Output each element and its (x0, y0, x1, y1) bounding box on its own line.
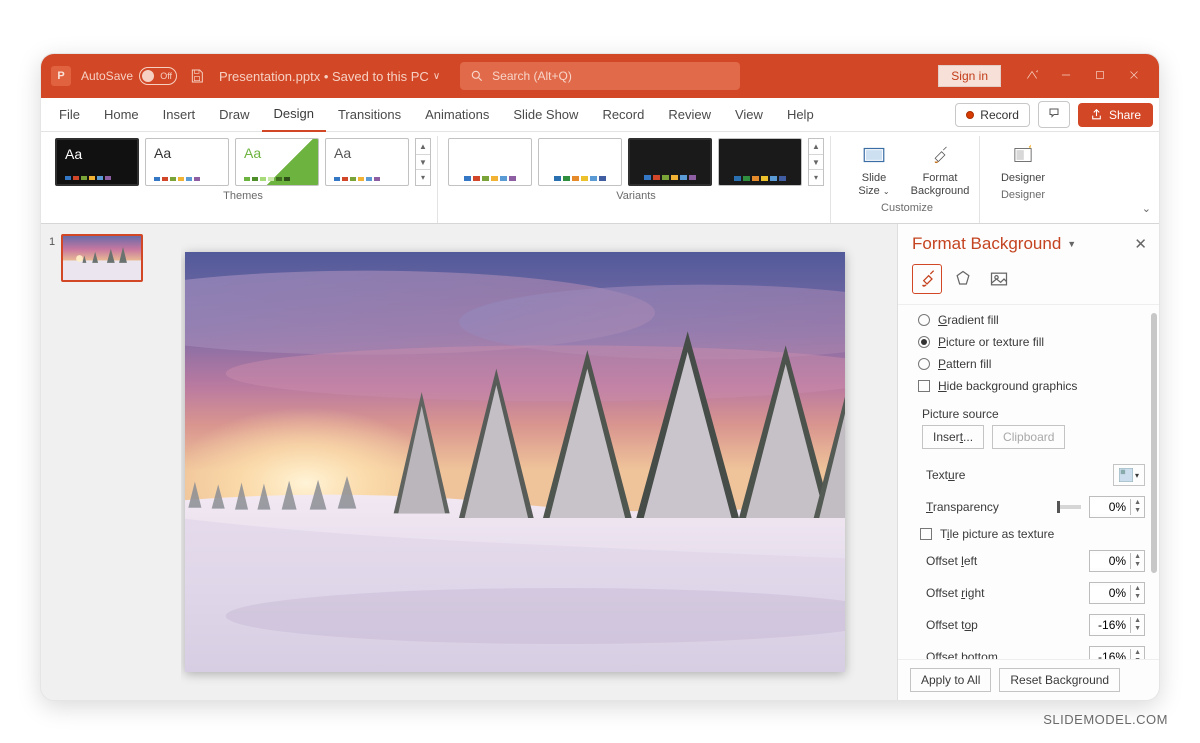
variant-1[interactable] (448, 138, 532, 186)
signin-button[interactable]: Sign in (938, 65, 1001, 87)
document-title[interactable]: Presentation.pptx • Saved to this PC (219, 69, 429, 84)
search-icon (470, 69, 484, 83)
theme-green[interactable]: Aa (235, 138, 319, 186)
variant-4[interactable] (718, 138, 802, 186)
variant-2[interactable] (538, 138, 622, 186)
radio-pattern-fill[interactable]: Pattern fill (918, 353, 1145, 375)
offset-left-row: Offset left ▲▼ (918, 545, 1145, 577)
autosave-toggle[interactable]: Off (139, 67, 177, 85)
maximize-button[interactable] (1083, 68, 1117, 85)
slide-thumbnails[interactable]: 1 (41, 224, 181, 700)
tab-animations[interactable]: Animations (413, 98, 501, 132)
customize-group: Slide Size ⌄ Format Background Customize (835, 136, 980, 223)
transparency-slider[interactable] (1057, 505, 1081, 509)
slide-size-button[interactable]: Slide Size ⌄ (841, 138, 907, 198)
theme-office-dark[interactable]: Aa (55, 138, 139, 186)
tab-record[interactable]: Record (590, 98, 656, 132)
tab-file[interactable]: File (47, 98, 92, 132)
format-background-button[interactable]: Format Background (907, 138, 973, 198)
texture-picker[interactable]: ▾ (1113, 464, 1145, 486)
insert-picture-button[interactable]: Insert... (922, 425, 984, 449)
variant-3[interactable] (628, 138, 712, 186)
format-background-panel: Format Background ▼ ✕ Gradient fill Pict… (897, 224, 1159, 700)
effects-icon[interactable] (948, 264, 978, 294)
tab-draw[interactable]: Draw (207, 98, 261, 132)
tab-review[interactable]: Review (656, 98, 723, 132)
tab-insert[interactable]: Insert (151, 98, 208, 132)
offset-right-row: Offset right ▲▼ (918, 577, 1145, 609)
theme-light-alt[interactable]: Aa (325, 138, 409, 186)
theme-office-light[interactable]: Aa (145, 138, 229, 186)
radio-picture-fill[interactable]: Picture or texture fill (918, 331, 1145, 353)
offset-top-row: Offset top ▲▼ (918, 609, 1145, 641)
watermark: SLIDEMODEL.COM (1043, 712, 1168, 727)
offset-bottom-stepper[interactable]: ▲▼ (1089, 646, 1145, 659)
ribbon-tabs: File Home Insert Draw Design Transitions… (41, 98, 1159, 132)
panel-menu-caret-icon[interactable]: ▼ (1067, 239, 1076, 249)
panel-scrollbar[interactable] (1149, 305, 1159, 659)
record-button[interactable]: Record (955, 103, 1030, 127)
designer-button[interactable]: Designer (990, 138, 1056, 185)
workarea: 1 (41, 224, 1159, 700)
search-box[interactable]: Search (Alt+Q) (460, 62, 740, 90)
tab-transitions[interactable]: Transitions (326, 98, 413, 132)
autosave-label: AutoSave (81, 69, 133, 83)
offset-bottom-row: Offset bottom ▲▼ (918, 641, 1145, 659)
variants-scroller[interactable]: ▲▼▾ (808, 138, 824, 186)
tab-help[interactable]: Help (775, 98, 826, 132)
slide-thumb-preview[interactable] (61, 234, 143, 282)
designer-group: Designer Designer (984, 136, 1062, 223)
offset-top-stepper[interactable]: ▲▼ (1089, 614, 1145, 636)
radio-gradient-fill[interactable]: Gradient fill (918, 309, 1145, 331)
record-dot-icon (966, 111, 974, 119)
themes-group: Aa Aa Aa Aa ▲▼▾ Themes (49, 136, 438, 223)
themes-label: Themes (223, 190, 263, 202)
variants-group: ▲▼▾ Variants (442, 136, 831, 223)
save-icon[interactable] (189, 68, 205, 84)
themes-scroller[interactable]: ▲▼▾ (415, 138, 431, 186)
powerpoint-window: P AutoSave Off Presentation.pptx • Saved… (40, 53, 1160, 701)
title-chevron-icon[interactable]: ∨ (433, 71, 440, 82)
transparency-stepper[interactable]: ▲▼ (1089, 496, 1145, 518)
offset-left-stepper[interactable]: ▲▼ (1089, 550, 1145, 572)
slide-canvas-area[interactable] (181, 224, 897, 700)
ribbon-display-icon[interactable] (1015, 68, 1049, 85)
panel-title: Format Background (912, 234, 1061, 254)
app-icon: P (51, 66, 71, 86)
customize-label: Customize (881, 202, 933, 214)
picture-icon[interactable] (984, 264, 1014, 294)
slide-canvas[interactable] (185, 252, 845, 672)
panel-footer: Apply to All Reset Background (898, 659, 1159, 700)
apply-all-button[interactable]: Apply to All (910, 668, 991, 692)
checkbox-tile[interactable]: Tile picture as texture (920, 523, 1145, 545)
comments-button[interactable] (1038, 101, 1070, 128)
panel-close-icon[interactable]: ✕ (1134, 235, 1147, 253)
close-button[interactable] (1117, 68, 1151, 85)
transparency-row: Transparency ▲▼ (918, 491, 1145, 523)
tab-slideshow[interactable]: Slide Show (501, 98, 590, 132)
designer-label: Designer (1001, 189, 1045, 201)
checkbox-hide-bg[interactable]: Hide background graphics (918, 375, 1145, 397)
minimize-button[interactable] (1049, 68, 1083, 85)
slide-thumb-1[interactable]: 1 (49, 234, 173, 282)
variants-label: Variants (616, 190, 656, 202)
fill-icon[interactable] (912, 264, 942, 294)
titlebar: P AutoSave Off Presentation.pptx • Saved… (41, 54, 1159, 98)
offset-right-stepper[interactable]: ▲▼ (1089, 582, 1145, 604)
clipboard-button[interactable]: Clipboard (992, 425, 1065, 449)
reset-background-button[interactable]: Reset Background (999, 668, 1120, 692)
collapse-ribbon-icon[interactable]: ⌄ (1132, 202, 1151, 223)
picture-source-label: Picture source (922, 407, 1145, 421)
panel-category-icons (898, 258, 1159, 304)
texture-row: Texture ▾ (918, 459, 1145, 491)
tab-design[interactable]: Design (262, 98, 326, 132)
tab-view[interactable]: View (723, 98, 775, 132)
tab-home[interactable]: Home (92, 98, 151, 132)
share-button[interactable]: Share (1078, 103, 1153, 127)
ribbon: Aa Aa Aa Aa ▲▼▾ Themes (41, 132, 1159, 224)
